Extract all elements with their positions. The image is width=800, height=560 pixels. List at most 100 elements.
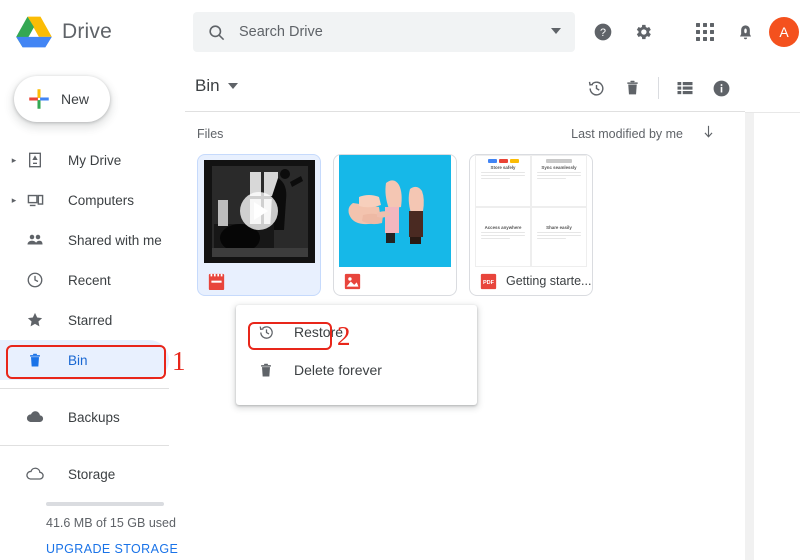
sidebar: Drive New ▸ My Drive ▸ Computers Shared …: [0, 0, 185, 560]
list-view-icon[interactable]: [667, 70, 703, 106]
clock-icon: [22, 271, 48, 289]
trash-icon: [256, 362, 276, 379]
file-thumbnail: [334, 155, 456, 267]
gear-icon[interactable]: [623, 12, 663, 52]
sidebar-divider: [0, 388, 169, 389]
breadcrumb[interactable]: Bin: [195, 76, 238, 96]
svg-text:?: ?: [600, 27, 606, 39]
file-thumbnail: Store safely Sync seamlessly Access anyw…: [470, 155, 592, 267]
pdf-cell-title: Share easily: [546, 225, 572, 230]
computer-icon: [22, 192, 48, 209]
trash-icon: [22, 352, 48, 369]
sidebar-divider: [0, 445, 169, 446]
file-card-video[interactable]: [197, 154, 321, 296]
new-button-label: New: [61, 91, 90, 107]
header: Search Drive ? A: [185, 0, 800, 64]
help-icon[interactable]: ?: [583, 12, 623, 52]
restore-icon: [256, 324, 276, 341]
context-menu-item-label: Restore: [294, 324, 344, 340]
apps-grid-icon[interactable]: [685, 12, 725, 52]
pdf-preview-cell: Access anywhere: [475, 207, 531, 267]
sidebar-item-starred[interactable]: ▸ Starred: [0, 300, 169, 340]
chevron-down-icon[interactable]: [227, 83, 238, 89]
file-thumbnail: [198, 155, 320, 267]
storage-usage-text: 41.6 MB of 15 GB used: [46, 516, 176, 530]
brand: Drive: [0, 0, 185, 64]
drive-app-dots: [479, 159, 527, 163]
image-file-icon: [344, 273, 361, 289]
toolbar-actions: [578, 70, 739, 106]
context-menu-item-restore[interactable]: Restore: [236, 313, 477, 351]
avatar[interactable]: A: [769, 17, 799, 47]
arrow-down-icon[interactable]: [700, 123, 717, 145]
play-icon: [254, 202, 268, 220]
pdf-preview-cell: Sync seamlessly: [531, 155, 587, 207]
storage-label: Storage: [68, 466, 116, 482]
sidebar-item-shared-with-me[interactable]: ▸ Shared with me: [0, 220, 169, 260]
pdf-preview-cell: Share easily: [531, 207, 587, 267]
sidebar-item-label: Starred: [68, 312, 113, 328]
sidebar-item-backups[interactable]: ▸ Backups: [0, 397, 169, 437]
sidebar-item-label: Bin: [68, 352, 88, 368]
sidebar-item-label: Shared with me: [68, 232, 162, 248]
file-card-pdf[interactable]: Store safely Sync seamlessly Access anyw…: [469, 154, 593, 296]
search-input[interactable]: Search Drive: [193, 12, 575, 52]
toolbar-divider: [658, 77, 659, 99]
sidebar-item-label: Recent: [68, 272, 111, 288]
content-toolbar: Bin: [185, 64, 745, 112]
video-file-icon: [208, 273, 225, 290]
sort-label[interactable]: Last modified by me: [571, 127, 683, 141]
pdf-thumbnail-image: Store safely Sync seamlessly Access anyw…: [475, 155, 587, 267]
pdf-cell-title: Sync seamlessly: [541, 165, 577, 170]
breadcrumb-label: Bin: [195, 76, 220, 95]
file-card-footer: [334, 267, 456, 295]
drive-logo-icon: [16, 16, 52, 48]
my-drive-icon: [22, 152, 48, 168]
play-button-overlay: [240, 192, 278, 230]
new-button[interactable]: New: [14, 76, 110, 122]
file-name: Getting starte...: [506, 274, 592, 288]
header-actions: ? A: [583, 12, 799, 52]
trash-icon[interactable]: [614, 70, 650, 106]
right-rail-strip: [745, 113, 754, 560]
people-icon: [22, 231, 48, 249]
file-card-footer: PDF Getting starte...: [470, 267, 592, 295]
star-icon: [22, 311, 48, 329]
search-placeholder: Search Drive: [239, 24, 323, 40]
svg-text:PDF: PDF: [483, 280, 495, 286]
file-card-image[interactable]: [333, 154, 457, 296]
upgrade-storage-link[interactable]: UPGRADE STORAGE: [46, 542, 178, 556]
pdf-cell-title: Access anywhere: [484, 225, 522, 230]
file-grid: Store safely Sync seamlessly Access anyw…: [197, 154, 745, 296]
expand-caret-icon[interactable]: ▸: [6, 195, 22, 205]
context-menu-item-delete-forever[interactable]: Delete forever: [236, 351, 477, 389]
info-icon[interactable]: [703, 70, 739, 106]
files-section-label: Files: [197, 127, 224, 141]
pdf-preview-cell: Store safely: [475, 155, 531, 207]
context-menu: Restore Delete forever: [236, 305, 477, 405]
sidebar-item-recent[interactable]: ▸ Recent: [0, 260, 169, 300]
google-drive-window: Drive New ▸ My Drive ▸ Computers Shared …: [0, 0, 800, 560]
cloud-icon: [22, 464, 48, 484]
file-card-footer: [198, 267, 320, 295]
backup-icon: [22, 407, 48, 427]
sidebar-item-label: Backups: [68, 409, 120, 425]
sidebar-item-label: My Drive: [68, 152, 122, 168]
expand-caret-icon[interactable]: ▸: [6, 155, 22, 165]
bell-icon[interactable]: [725, 12, 765, 52]
pdf-file-icon: PDF: [480, 273, 497, 289]
sidebar-item-bin[interactable]: ▸ Bin: [0, 340, 169, 380]
plus-icon: [29, 89, 49, 109]
chevron-down-icon[interactable]: [551, 28, 561, 34]
files-section-header: Files Last modified by me: [185, 118, 745, 154]
sidebar-item-computers[interactable]: ▸ Computers: [0, 180, 169, 220]
sidebar-item-storage[interactable]: ▸ Storage: [0, 454, 169, 494]
restore-icon[interactable]: [578, 70, 614, 106]
search-icon: [207, 23, 226, 42]
sidebar-item-my-drive[interactable]: ▸ My Drive: [0, 140, 169, 180]
sidebar-nav: ▸ My Drive ▸ Computers Shared with me Re…: [0, 140, 185, 558]
pdf-cell-title: Store safely: [490, 165, 516, 170]
photo-thumbnail-image: [339, 155, 451, 267]
video-thumbnail-image: [203, 159, 315, 263]
storage-usage-bar: [46, 502, 164, 506]
